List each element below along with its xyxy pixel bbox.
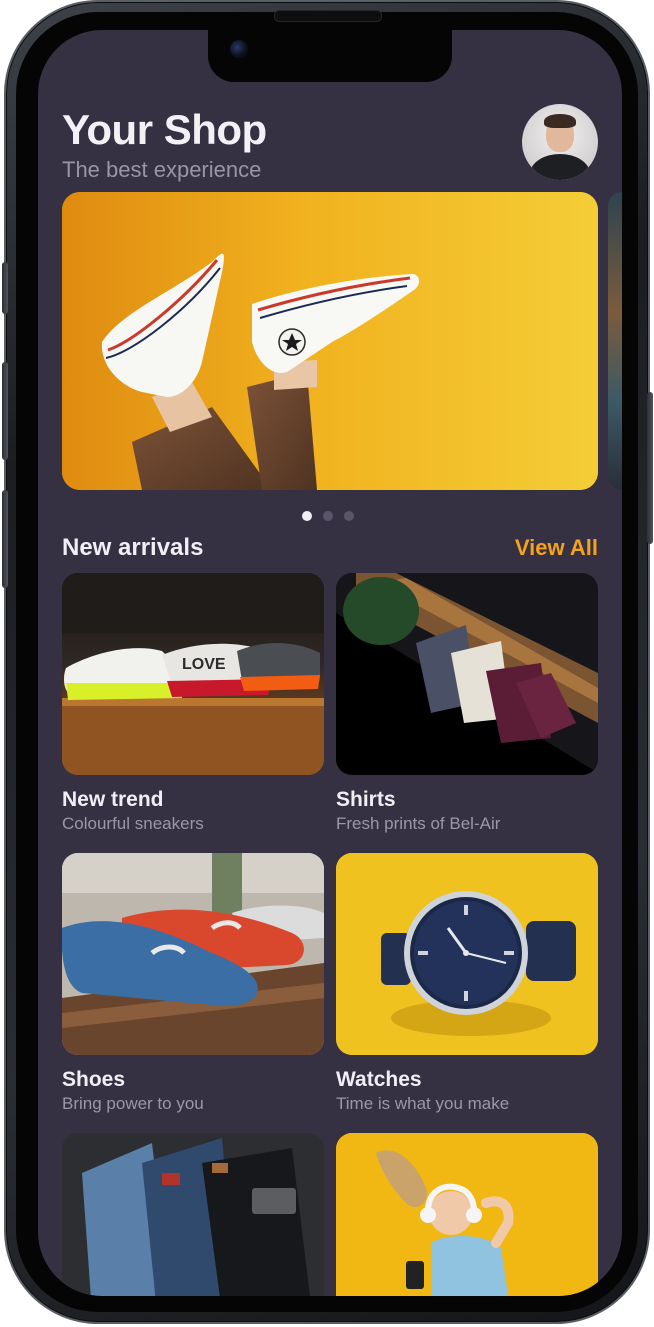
product-card-music[interactable] (336, 1133, 598, 1296)
product-name: New trend (62, 788, 164, 811)
front-camera-icon (230, 40, 248, 58)
sneakers-hero-image (62, 192, 598, 490)
product-card-shoes[interactable]: Shoes Bring power to you (62, 853, 324, 1115)
sneakers-art: LOVE (62, 573, 324, 775)
product-description: Fresh prints of Bel-Air (336, 814, 501, 833)
product-card-new-trend[interactable]: LOVE New trend Colourful sneakers (62, 573, 324, 835)
avatar-shirt (530, 154, 590, 180)
watch-art (336, 853, 598, 1055)
power-button (647, 392, 653, 544)
jeans-art (62, 1133, 324, 1296)
section-title-new-arrivals: New arrivals (62, 534, 204, 561)
app-screen: Your Shop The best experience New arriva… (38, 30, 622, 1296)
earpiece-speaker (274, 10, 382, 22)
product-image-music (336, 1133, 598, 1296)
product-card-jeans[interactable] (62, 1133, 324, 1296)
avatar[interactable] (522, 104, 598, 180)
shirts-art (336, 573, 598, 775)
view-all-link[interactable]: View All (515, 532, 598, 564)
silent-switch (2, 262, 8, 314)
product-image-watch (336, 853, 598, 1055)
product-description: Time is what you make (336, 1094, 510, 1113)
music-art (336, 1133, 598, 1296)
hero-carousel-slide[interactable] (62, 192, 598, 490)
volume-down-button (2, 490, 8, 588)
svg-text:LOVE: LOVE (182, 656, 226, 673)
carousel-next-slide-preview[interactable] (608, 192, 622, 490)
product-name: Watches (336, 1068, 422, 1091)
page-title: Your Shop (62, 106, 267, 153)
product-image-shirts (336, 573, 598, 775)
carousel-pagination[interactable] (302, 511, 354, 521)
loafers-art (62, 853, 324, 1055)
volume-up-button (2, 362, 8, 460)
notch (208, 30, 452, 82)
product-card-shirts[interactable]: Shirts Fresh prints of Bel-Air (336, 573, 598, 835)
pagination-dot-1[interactable] (302, 511, 312, 521)
product-image-loafers (62, 853, 324, 1055)
product-name: Shoes (62, 1068, 126, 1091)
pagination-dot-3[interactable] (344, 511, 354, 521)
product-card-watches[interactable]: Watches Time is what you make (336, 853, 598, 1115)
pagination-dot-2[interactable] (323, 511, 333, 521)
product-image-jeans (62, 1133, 324, 1296)
avatar-hair (544, 114, 576, 128)
product-name: Shirts (336, 788, 396, 811)
product-description: Bring power to you (62, 1094, 204, 1113)
page-subtitle: The best experience (62, 157, 262, 182)
product-image-sneakers: LOVE (62, 573, 324, 775)
product-description: Colourful sneakers (62, 814, 204, 833)
